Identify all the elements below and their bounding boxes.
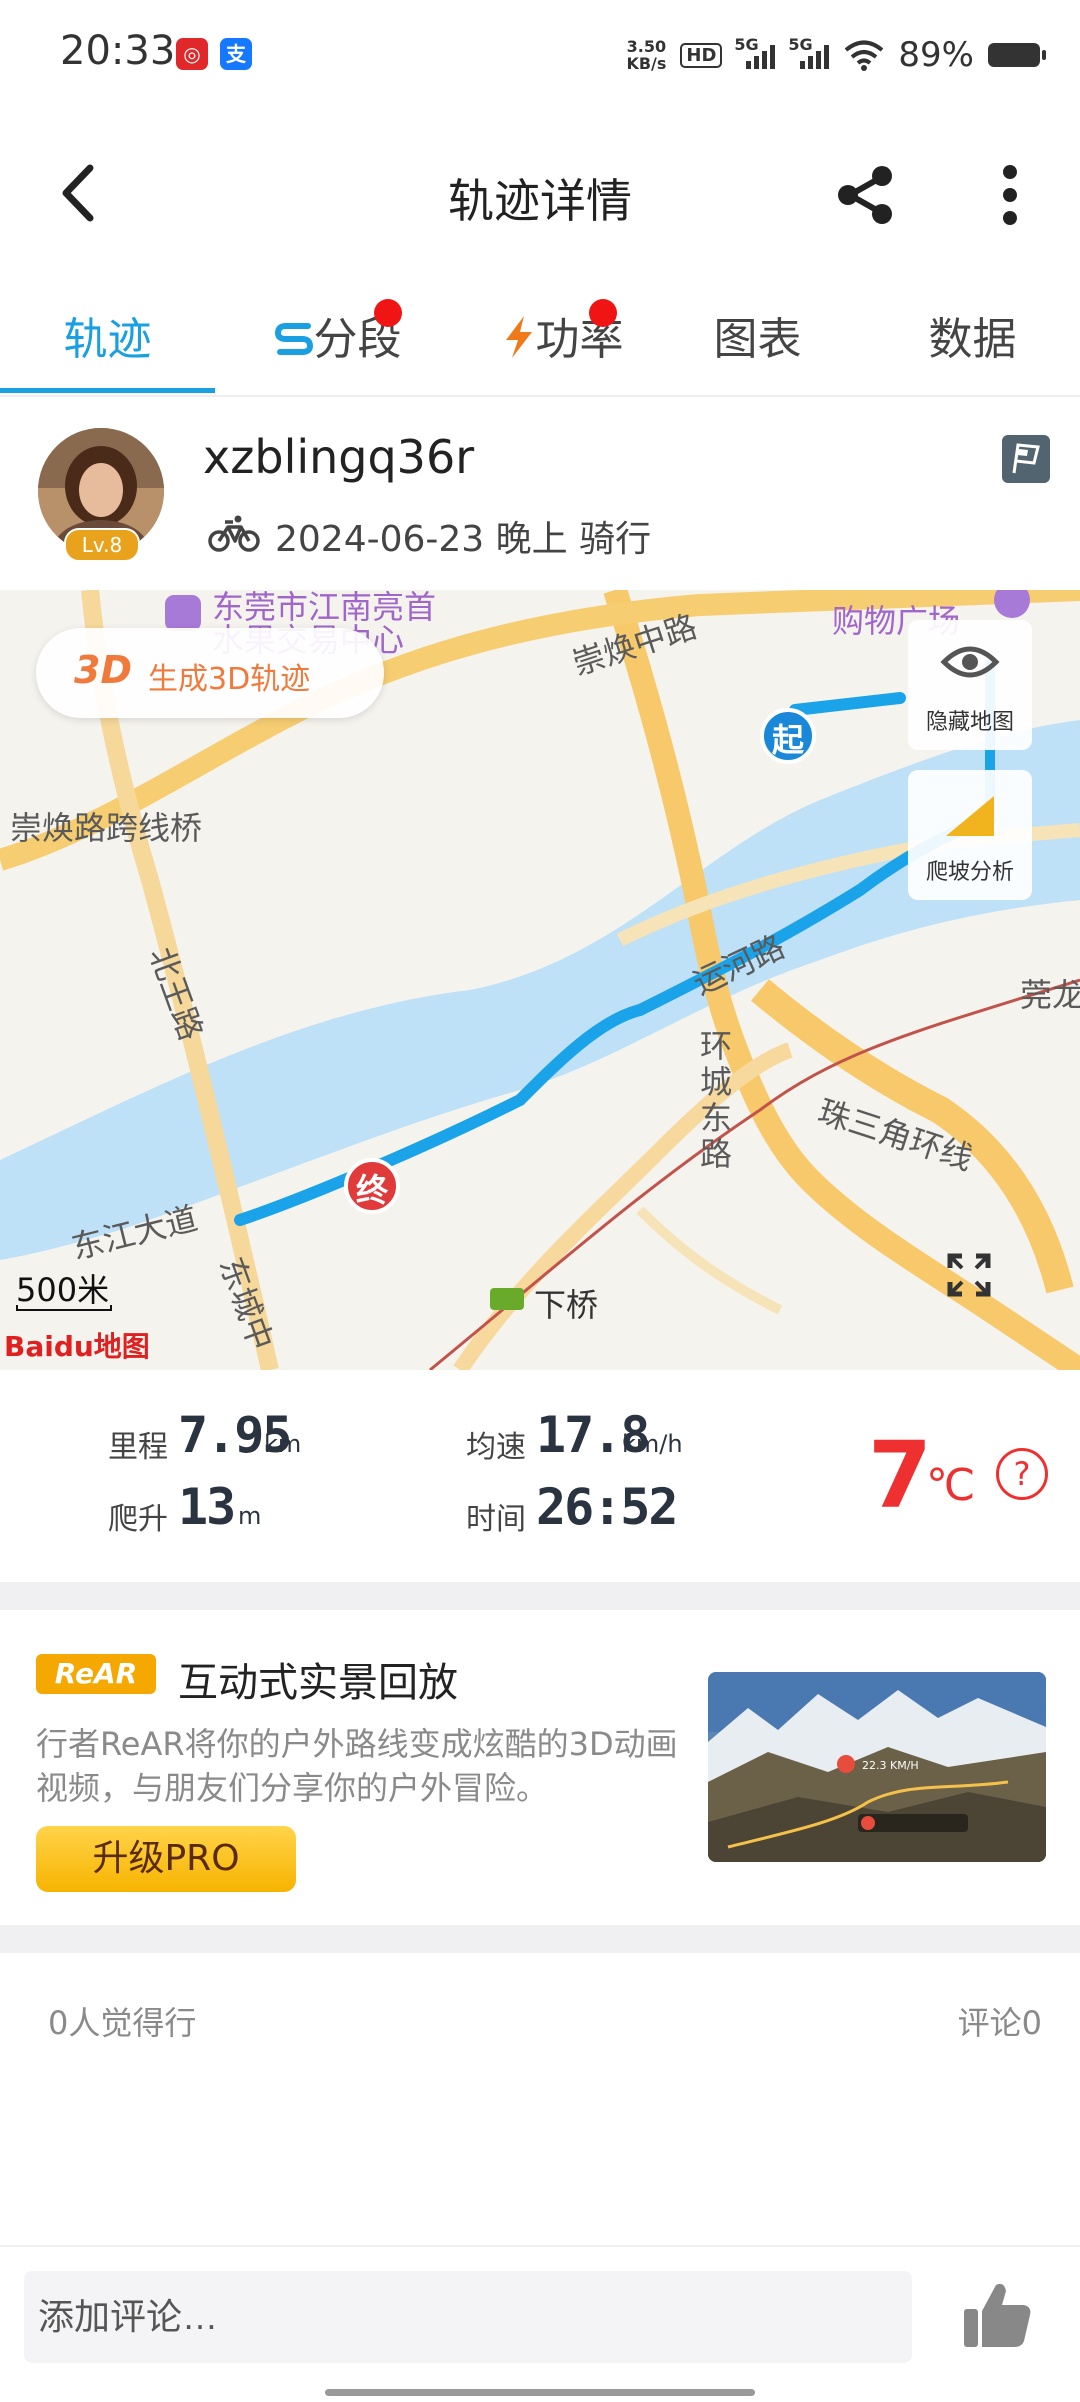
thumbs-up-icon — [964, 2283, 1031, 2347]
ride-meta: 2024-06-23 晚上 骑行 — [275, 510, 651, 562]
slope-icon — [946, 796, 994, 836]
map-label: 崇焕路跨线桥 — [10, 809, 203, 847]
comment-input[interactable] — [24, 2271, 912, 2363]
map-label: 莞龙 — [1020, 976, 1080, 1014]
eye-icon — [940, 646, 1000, 678]
route-map[interactable]: 东莞市江南亮首 水果交易中心 崇焕中路 购物广场 崇焕路跨线桥 北王路 运河路 … — [0, 590, 1080, 1370]
section-divider — [0, 1582, 1080, 1610]
username[interactable]: xzblingq36r — [203, 430, 474, 484]
ride-stats: 里程 7.95 km 均速 17.8 km/h 爬升 13 m 时间 26:52… — [0, 1370, 1080, 1580]
tab-segments[interactable]: 分段 — [230, 295, 445, 385]
notification-dot — [374, 299, 402, 327]
climb-label: 爬升 — [108, 1502, 168, 1537]
promo-title: 互动式实景回放 — [178, 1660, 458, 1706]
temperature-value: 7 — [868, 1422, 933, 1529]
status-time: 20:33 — [60, 28, 176, 74]
page-title: 轨迹详情 — [448, 174, 632, 228]
baidu-map-logo: Baidu地图 — [4, 1330, 150, 1363]
app-header: 轨迹详情 — [0, 110, 1080, 275]
map-label: 下桥 — [534, 1286, 599, 1324]
notification-dot — [589, 299, 617, 327]
signal-5g-icon: 5G — [788, 35, 830, 69]
tab-charts[interactable]: 图表 — [650, 295, 865, 385]
flag-button[interactable] — [1002, 435, 1050, 483]
svg-text:22.3 KM/H: 22.3 KM/H — [862, 1759, 919, 1772]
section-divider — [0, 1925, 1080, 1953]
more-button[interactable] — [975, 160, 1045, 230]
wifi-icon — [845, 40, 884, 71]
signal-5g-icon: 5G — [734, 35, 776, 69]
netease-music-icon: ◎ — [176, 38, 208, 70]
time-label: 时间 — [466, 1502, 526, 1537]
promo-video-thumbnail[interactable]: 22.3 KM/H — [708, 1672, 1046, 1862]
bicycle-icon — [208, 515, 260, 552]
more-vertical-icon — [1003, 165, 1017, 225]
tab-track[interactable]: 轨迹 — [0, 295, 215, 385]
upgrade-pro-button[interactable]: 升级PRO — [36, 1826, 296, 1892]
expand-icon — [947, 1253, 991, 1297]
3d-logo-icon: 3D — [74, 648, 132, 692]
speed-unit: km/h — [622, 1430, 683, 1458]
user-info: Lv.8 xzblingq36r 2024-06-23 晚上 骑行 — [0, 410, 1080, 590]
climb-value: 13 — [178, 1478, 236, 1536]
likes-count[interactable]: 0人觉得行 — [48, 1998, 196, 2044]
tab-bar: 轨迹 分段 功率 图表 数据 — [0, 285, 1080, 397]
segment-icon — [274, 323, 313, 355]
active-tab-indicator — [0, 388, 215, 393]
like-button[interactable] — [958, 2275, 1038, 2355]
ride-activity: 骑行 — [579, 519, 652, 560]
flag-icon — [1012, 443, 1040, 474]
home-indicator — [325, 2389, 755, 2396]
rear-promo: ReAR 互动式实景回放 行者ReAR将你的户外路线变成炫酷的3D动画视频，与朋… — [0, 1610, 1080, 1925]
status-bar: 20:33 ◎ 支 3.50 KB/s HD 5G 5G 89% — [0, 0, 1080, 110]
hd-voice-icon: HD — [680, 42, 723, 68]
generate-3d-button[interactable]: 3D 生成3D轨迹 — [36, 628, 384, 718]
end-marker[interactable]: 终 — [344, 1158, 400, 1214]
level-badge: Lv.8 — [64, 528, 140, 562]
help-button[interactable]: ? — [996, 1448, 1048, 1500]
tab-data[interactable]: 数据 — [865, 295, 1080, 385]
speed-label: 均速 — [466, 1430, 526, 1465]
lightning-icon — [505, 316, 532, 358]
hide-map-button[interactable]: 隐藏地图 — [908, 620, 1032, 750]
metro-icon — [490, 1288, 524, 1310]
distance-label: 里程 — [108, 1430, 168, 1465]
battery-percent: 89% — [898, 35, 974, 75]
tab-power[interactable]: 功率 — [455, 295, 670, 385]
climb-unit: m — [238, 1502, 262, 1530]
distance-unit: km — [264, 1430, 302, 1458]
comments-count[interactable]: 评论0 — [958, 1998, 1042, 2044]
comment-bar — [0, 2245, 1080, 2402]
status-indicators: 3.50 KB/s HD 5G 5G 89% — [626, 30, 1046, 80]
time-value: 26:52 — [536, 1478, 679, 1536]
climb-analysis-button[interactable]: 爬坡分析 — [908, 770, 1032, 900]
rear-logo: ReAR — [36, 1654, 156, 1694]
ride-period: 晚上 — [495, 519, 568, 560]
fullscreen-button[interactable] — [944, 1250, 994, 1300]
share-button[interactable] — [830, 160, 900, 230]
map-scale-bar — [16, 1305, 112, 1311]
share-icon — [838, 166, 892, 224]
start-marker[interactable]: 起 — [760, 708, 816, 764]
network-speed: 3.50 KB/s — [626, 37, 667, 73]
promo-description: 行者ReAR将你的户外路线变成炫酷的3D动画视频，与朋友们分享你的户外冒险。 — [36, 1725, 678, 1807]
alipay-icon: 支 — [220, 38, 252, 70]
map-label: 环城东路 — [700, 1027, 733, 1173]
battery-icon — [988, 43, 1046, 67]
temperature-unit: ℃ — [926, 1460, 976, 1511]
ride-date: 2024-06-23 — [275, 519, 485, 560]
